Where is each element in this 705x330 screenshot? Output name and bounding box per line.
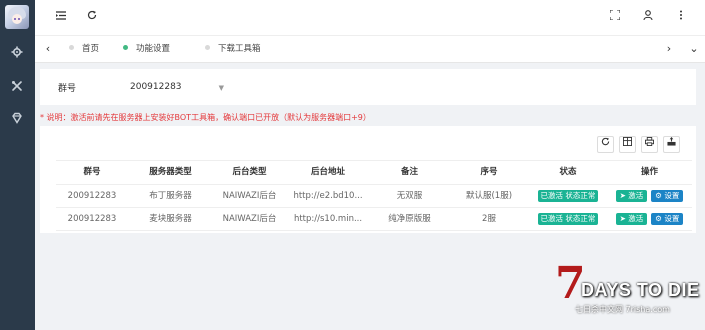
table-row: 200912283 麦块服务器 NAIWAZI后台 http://s10.min… — [56, 208, 692, 231]
tab-feature-settings[interactable]: 功能设置 — [123, 36, 170, 62]
settings-label: 设置 — [664, 213, 680, 223]
top-bar — [35, 0, 705, 36]
table-body: 200912283 布丁服务器 NAIWAZI后台 http://e2.bd10… — [56, 185, 692, 231]
tab-dot — [69, 45, 74, 50]
activate-button[interactable]: ➤ 激活 — [615, 212, 648, 225]
cell-order: 默认服(1服) — [465, 191, 513, 201]
cell-status: 已激活 状态正常 — [529, 208, 607, 230]
col-header-actions: 操作 — [640, 167, 658, 177]
activate-label: 激活 — [628, 213, 644, 223]
watermark-subtitle: 七日杀中文网 7risha.com — [575, 305, 670, 314]
group-select-value: 200912283 — [130, 82, 182, 92]
table-print-button[interactable] — [641, 136, 658, 153]
cell-server-type: 布丁服务器 — [149, 191, 192, 201]
tab-label: 功能设置 — [136, 44, 171, 54]
settings-button[interactable]: ⚙ 设置 — [651, 189, 684, 202]
cell-remark: 纯净原版服 — [388, 214, 431, 224]
tools-icon[interactable] — [10, 80, 24, 94]
chevron-left-icon[interactable]: ‹ — [41, 42, 55, 56]
avatar[interactable] — [5, 5, 29, 29]
cell-remark: 无双服 — [396, 191, 423, 201]
send-icon: ➤ — [619, 190, 626, 200]
cell-backend-type: NAIWAZI后台 — [222, 214, 277, 224]
table-refresh-button[interactable] — [597, 136, 614, 153]
col-header-address: 后台地址 — [310, 167, 345, 177]
caret-down-icon: ▼ — [218, 84, 224, 92]
refresh-icon — [601, 137, 610, 146]
col-header-status: 状态 — [559, 167, 577, 177]
activate-button[interactable]: ➤ 激活 — [615, 189, 648, 202]
fullscreen-icon[interactable] — [608, 9, 622, 24]
cell-status: 已激活 状态正常 — [529, 185, 607, 207]
menu-icon[interactable] — [54, 10, 68, 24]
refresh-icon[interactable] — [85, 10, 99, 24]
tab-dot — [205, 45, 210, 50]
cell-address: http://e2.bd10... — [293, 191, 363, 201]
chevron-down-icon[interactable]: ⌄ — [687, 42, 701, 56]
print-icon — [645, 137, 654, 146]
server-table: 群号 服务器类型 后台类型 后台地址 备注 序号 状态 操作 200912283… — [56, 160, 692, 231]
col-header-remark: 备注 — [400, 167, 418, 177]
settings-label: 设置 — [664, 190, 680, 200]
user-icon[interactable] — [641, 10, 655, 24]
cell-backend-type: NAIWAZI后台 — [222, 191, 277, 201]
table-export-button[interactable] — [663, 136, 680, 153]
col-header-server-type: 服务器类型 — [149, 167, 192, 177]
cell-actions: ➤ 激活 ⚙ 设置 — [607, 208, 692, 230]
table-row: 200912283 布丁服务器 NAIWAZI后台 http://e2.bd10… — [56, 185, 692, 208]
gear-icon[interactable] — [10, 46, 24, 60]
status-badge: 已激活 状态正常 — [537, 212, 599, 225]
tab-bar: ‹ 首页 功能设置 下载工具箱 › ⌄ — [35, 36, 705, 63]
cell-group: 200912283 — [67, 214, 117, 224]
gear-icon: ⚙ — [655, 213, 663, 223]
tab-download-toolbox[interactable]: 下载工具箱 — [205, 36, 261, 62]
cell-order: 2服 — [482, 214, 496, 224]
export-icon — [667, 137, 676, 146]
group-label: 群号 — [58, 84, 77, 94]
columns-icon — [623, 137, 632, 146]
col-header-order: 序号 — [480, 167, 498, 177]
more-icon[interactable] — [674, 10, 688, 24]
activate-label: 激活 — [628, 190, 644, 200]
cell-actions: ➤ 激活 ⚙ 设置 — [607, 185, 692, 207]
table-panel: 群号 服务器类型 后台类型 后台地址 备注 序号 状态 操作 200912283… — [40, 126, 696, 233]
col-header-backend-type: 后台类型 — [232, 167, 267, 177]
chevron-right-icon[interactable]: › — [662, 42, 676, 56]
cell-address: http://s10.min... — [293, 214, 363, 224]
group-select[interactable]: 200912283 ▼ — [130, 80, 230, 94]
watermark-title: DAYS TO DIE — [581, 280, 700, 300]
tab-dot — [123, 45, 128, 50]
filter-panel: 群号 200912283 ▼ — [40, 69, 696, 105]
sidebar — [0, 0, 35, 330]
watermark-logo: 7 DAYS TO DIE 七日杀中文网 7risha.com — [555, 262, 699, 322]
status-badge: 已激活 状态正常 — [537, 189, 599, 202]
table-columns-button[interactable] — [619, 136, 636, 153]
gear-icon: ⚙ — [655, 190, 663, 200]
cell-server-type: 麦块服务器 — [149, 214, 192, 224]
send-icon: ➤ — [619, 213, 626, 223]
tab-home[interactable]: 首页 — [69, 36, 99, 62]
cell-group: 200912283 — [67, 191, 117, 201]
notice-text: * 说明：激活前请先在服务器上安装好BOT工具箱，确认端口已开放（默认为服务器端… — [40, 113, 371, 122]
tab-label: 首页 — [82, 44, 100, 54]
gem-icon[interactable] — [10, 112, 24, 126]
tab-label: 下载工具箱 — [218, 44, 261, 54]
table-header-row: 群号 服务器类型 后台类型 后台地址 备注 序号 状态 操作 — [56, 160, 692, 185]
settings-button[interactable]: ⚙ 设置 — [651, 212, 684, 225]
col-header-group: 群号 — [83, 167, 101, 177]
